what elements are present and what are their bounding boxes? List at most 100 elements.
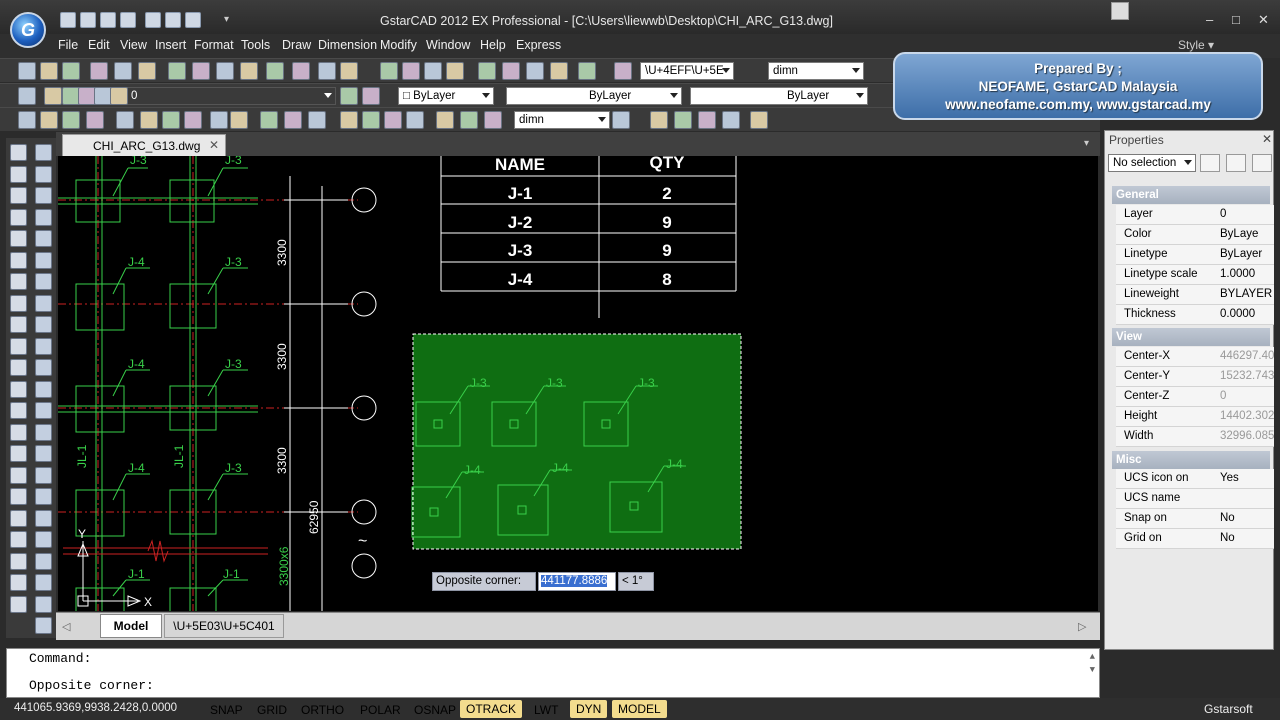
- modify-tool-icon[interactable]: [35, 359, 52, 376]
- draw-tool-icon[interactable]: [10, 380, 27, 398]
- draw-tool-icon[interactable]: [10, 187, 27, 204]
- standard-tool-icon[interactable]: [18, 62, 36, 80]
- draw-tool-icon[interactable]: [10, 595, 27, 613]
- dimension-tool-icon[interactable]: [406, 111, 424, 129]
- menu-format[interactable]: Format: [194, 38, 234, 52]
- property-row[interactable]: Center-X 446297.407: [1116, 347, 1274, 367]
- standard-tool-icon[interactable]: [446, 62, 464, 80]
- scroll-down-icon[interactable]: ▼: [1090, 665, 1095, 675]
- standard-tool-icon[interactable]: [614, 62, 632, 80]
- dimension-tool-icon[interactable]: [284, 111, 302, 129]
- save-icon[interactable]: [100, 12, 116, 28]
- modify-tool-icon[interactable]: [35, 273, 52, 290]
- tab-scroll-left-icon[interactable]: ◁: [62, 620, 70, 633]
- menu-edit[interactable]: Edit: [88, 38, 110, 52]
- modify-tool-icon[interactable]: [35, 552, 52, 570]
- layer-tool-icon[interactable]: [340, 87, 358, 105]
- modify-tool-icon[interactable]: [35, 617, 52, 634]
- new-file-icon[interactable]: [60, 12, 76, 28]
- modify-tool-icon[interactable]: [35, 144, 52, 161]
- status-lwt-button[interactable]: LWT: [534, 703, 558, 717]
- draw-tool-icon[interactable]: [10, 509, 27, 527]
- modify-tool-icon[interactable]: [35, 208, 52, 226]
- standard-tool-icon[interactable]: [90, 62, 108, 80]
- lineweight-combo[interactable]: ByLayer: [690, 87, 868, 105]
- tab-layout1[interactable]: \U+5E03\U+5C401: [164, 614, 284, 638]
- property-row[interactable]: Grid on No: [1116, 529, 1274, 549]
- standard-tool-icon[interactable]: [216, 62, 234, 80]
- modify-tool-icon[interactable]: [35, 294, 52, 312]
- dim-style-combo[interactable]: dimn: [768, 62, 864, 80]
- dimension-tool-icon[interactable]: [484, 111, 502, 129]
- modify-tool-icon[interactable]: [35, 165, 52, 183]
- menu-file[interactable]: File: [58, 38, 78, 52]
- document-tab[interactable]: CHI_ARC_G13.dwg ✕: [62, 134, 226, 156]
- standard-tool-icon[interactable]: [502, 62, 520, 80]
- menu-insert[interactable]: Insert: [155, 38, 186, 52]
- selection-combo[interactable]: No selection: [1108, 154, 1196, 172]
- property-row[interactable]: Linetype ByLayer: [1116, 245, 1274, 265]
- draw-tool-icon[interactable]: [10, 273, 27, 290]
- dimension-tool-icon[interactable]: [362, 111, 380, 129]
- dimension-tool-icon[interactable]: [230, 111, 248, 129]
- draw-tool-icon[interactable]: [10, 423, 27, 441]
- property-row[interactable]: Center-Y 15232.7436: [1116, 367, 1274, 387]
- status-dyn-button[interactable]: DYN: [570, 700, 608, 718]
- save-as-icon[interactable]: [120, 12, 136, 28]
- close-tab-icon[interactable]: ✕: [209, 138, 219, 152]
- status-model-button[interactable]: MODEL: [612, 700, 667, 718]
- standard-tool-icon[interactable]: [478, 62, 496, 80]
- property-row[interactable]: Linetype scale 1.0000: [1116, 265, 1274, 285]
- publish-icon[interactable]: [185, 12, 201, 28]
- dimension-tool-icon[interactable]: [184, 111, 202, 129]
- menu-view[interactable]: View: [120, 38, 147, 52]
- qat-dropdown-icon[interactable]: ▾: [224, 14, 229, 25]
- command-window[interactable]: Command: Opposite corner: ▲ ▼: [6, 648, 1100, 698]
- modify-tool-icon[interactable]: [35, 423, 52, 441]
- dimension-tool-icon[interactable]: [612, 111, 630, 129]
- dimension-tool-icon[interactable]: [722, 111, 740, 129]
- preview-icon[interactable]: [165, 12, 181, 28]
- property-row[interactable]: Thickness 0.0000: [1116, 305, 1274, 325]
- standard-tool-icon[interactable]: [40, 62, 58, 80]
- modify-tool-icon[interactable]: [35, 402, 52, 419]
- dimension-tool-icon[interactable]: [210, 111, 228, 129]
- dimension-tool-icon[interactable]: [436, 111, 454, 129]
- open-file-icon[interactable]: [80, 12, 96, 28]
- dimension-tool-icon[interactable]: [62, 111, 80, 129]
- standard-tool-icon[interactable]: [424, 62, 442, 80]
- menu-help[interactable]: Help: [480, 38, 506, 52]
- menu-express[interactable]: Express: [516, 38, 561, 52]
- dyn-value-input[interactable]: 441177.8886: [538, 572, 616, 591]
- modify-tool-icon[interactable]: [35, 488, 52, 505]
- property-row[interactable]: Lineweight BYLAYER: [1116, 285, 1274, 305]
- quick-select-icon[interactable]: [1200, 154, 1220, 172]
- draw-tool-icon[interactable]: [10, 445, 27, 462]
- app-logo-icon[interactable]: G: [10, 12, 46, 48]
- style-menu[interactable]: Style ▾: [1178, 38, 1214, 52]
- standard-tool-icon[interactable]: [168, 62, 186, 80]
- close-palette-icon[interactable]: ✕: [1262, 132, 1272, 146]
- layer-tool-icon[interactable]: [110, 87, 128, 105]
- standard-tool-icon[interactable]: [240, 62, 258, 80]
- draw-tool-icon[interactable]: [10, 294, 27, 312]
- color-combo[interactable]: □ ByLayer: [398, 87, 494, 105]
- standard-tool-icon[interactable]: [318, 62, 336, 80]
- app-switch-icon[interactable]: [1111, 2, 1129, 20]
- layer-tool-icon[interactable]: [18, 87, 36, 105]
- property-row[interactable]: Layer 0: [1116, 205, 1274, 225]
- status-snap-button[interactable]: SNAP: [210, 703, 243, 717]
- modify-tool-icon[interactable]: [35, 574, 52, 591]
- minimize-button[interactable]: –: [1206, 12, 1213, 27]
- modify-tool-icon[interactable]: [35, 380, 52, 398]
- property-row[interactable]: Snap on No: [1116, 509, 1274, 529]
- draw-tool-icon[interactable]: [10, 251, 27, 269]
- standard-tool-icon[interactable]: [380, 62, 398, 80]
- property-row[interactable]: UCS icon on Yes: [1116, 469, 1274, 489]
- property-row[interactable]: UCS name: [1116, 489, 1274, 509]
- draw-tool-icon[interactable]: [10, 531, 27, 548]
- layer-combo[interactable]: 0: [126, 87, 336, 105]
- status-grid-button[interactable]: GRID: [257, 703, 287, 717]
- dimension-tool-icon[interactable]: [340, 111, 358, 129]
- dim-style-combo-2[interactable]: dimn: [514, 111, 610, 129]
